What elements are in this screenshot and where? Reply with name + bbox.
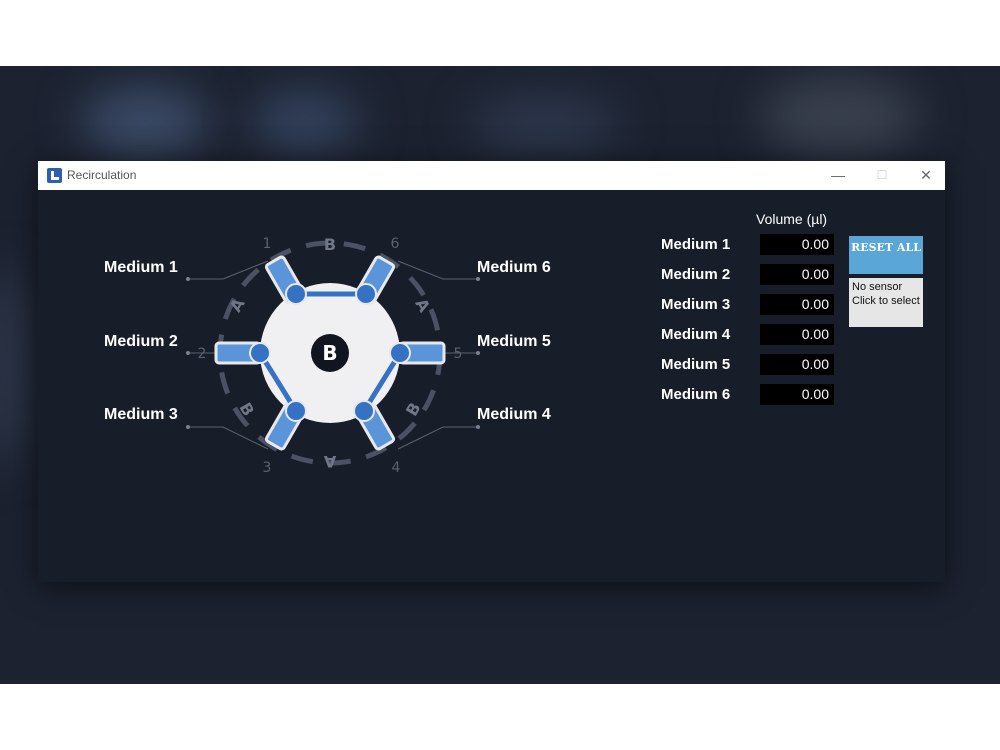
valve-label-medium-5: Medium 5	[477, 333, 551, 350]
port-number: 6	[391, 236, 400, 252]
window-title: Recirculation	[67, 168, 137, 182]
port-number: 3	[263, 460, 272, 476]
ring-letter: A	[323, 452, 336, 471]
volume-label: Medium 5	[661, 356, 731, 373]
valve-label-medium-4: Medium 4	[477, 406, 551, 423]
volume-field-medium-3[interactable]: 0.00	[760, 294, 834, 315]
volume-field-medium-1[interactable]: 0.00	[760, 234, 834, 255]
valve-label-medium-2: Medium 2	[104, 333, 178, 350]
backdrop-blur	[80, 86, 210, 156]
port-number: 1	[263, 236, 272, 252]
sensor-select-button[interactable]: No sensor Click to select	[849, 278, 923, 327]
valve-label-medium-6: Medium 6	[477, 259, 551, 276]
close-button[interactable]: ✕	[904, 161, 948, 190]
volume-label: Medium 4	[661, 326, 731, 343]
port-number: 4	[392, 460, 401, 476]
backdrop-blur	[0, 266, 30, 466]
volume-field-medium-2[interactable]: 0.00	[760, 264, 834, 285]
backdrop-blur	[250, 91, 360, 151]
rotor-position-label: B	[322, 341, 337, 365]
volume-field-medium-5[interactable]: 0.00	[760, 354, 834, 375]
volume-label: Medium 1	[661, 236, 731, 253]
volume-label: Medium 3	[661, 296, 731, 313]
volume-header: Volume (µl)	[756, 211, 828, 227]
minimize-button[interactable]: —	[816, 161, 860, 190]
port-number: 2	[198, 346, 207, 362]
volume-label: Medium 6	[661, 386, 731, 403]
volume-field-medium-4[interactable]: 0.00	[760, 324, 834, 345]
recirculation-window: Recirculation — ☐ ✕ B A A B A B 1 2 3 4 …	[38, 161, 945, 582]
valve-label-medium-1: Medium 1	[104, 259, 178, 276]
backdrop-blur	[470, 96, 620, 151]
port-number: 5	[454, 346, 463, 362]
reset-all-button[interactable]: RESET ALL	[849, 236, 923, 274]
ring-letter: B	[402, 399, 425, 419]
ring-letter: B	[324, 235, 336, 254]
volume-label: Medium 2	[661, 266, 731, 283]
volume-field-medium-6[interactable]: 0.00	[760, 384, 834, 405]
maximize-button[interactable]: ☐	[860, 161, 904, 190]
valve-label-medium-3: Medium 3	[104, 406, 178, 423]
backdrop-blur	[760, 76, 920, 156]
title-bar: Recirculation — ☐ ✕	[38, 161, 945, 190]
app-icon	[47, 168, 62, 183]
